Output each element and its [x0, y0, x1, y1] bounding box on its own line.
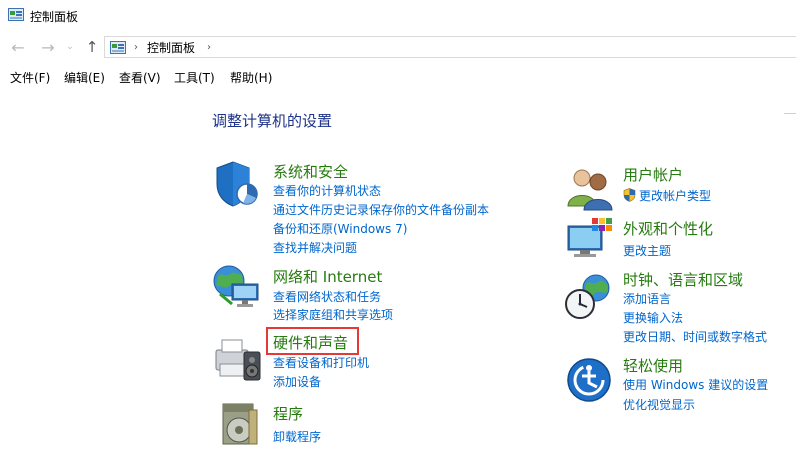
printer-speaker-icon[interactable] — [212, 334, 264, 384]
users-icon[interactable] — [565, 164, 615, 212]
link-change-date-time-format[interactable]: 更改日期、时间或数字格式 — [623, 328, 767, 345]
address-bar[interactable]: › 控制面板 › — [104, 36, 796, 58]
shield-icon[interactable] — [213, 160, 259, 208]
link-change-account-type-label: 更改帐户类型 — [639, 189, 712, 203]
category-user-accounts[interactable]: 用户帐户 — [623, 164, 683, 185]
control-panel-icon — [110, 40, 126, 54]
link-uninstall-program[interactable]: 卸载程序 — [273, 428, 321, 445]
program-disc-icon[interactable] — [217, 400, 263, 448]
category-clock-language-region[interactable]: 时钟、语言和区域 — [623, 269, 743, 290]
link-change-input-method[interactable]: 更换输入法 — [623, 309, 683, 326]
network-globe-icon[interactable] — [212, 264, 262, 310]
link-troubleshoot[interactable]: 查找并解决问题 — [273, 239, 357, 256]
category-network-internet[interactable]: 网络和 Internet — [273, 266, 382, 287]
link-add-language[interactable]: 添加语言 — [623, 290, 671, 307]
breadcrumb-separator-icon[interactable]: › — [134, 42, 138, 53]
link-file-history[interactable]: 通过文件历史记录保存你的文件备份副本 — [273, 201, 489, 218]
link-optimize-visual-display[interactable]: 优化视觉显示 — [623, 396, 695, 413]
category-appearance-personalization[interactable]: 外观和个性化 — [623, 218, 713, 239]
clock-globe-icon[interactable] — [564, 272, 614, 322]
control-panel-icon — [8, 8, 24, 21]
link-backup-restore[interactable]: 备份和还原(Windows 7) — [273, 220, 407, 237]
highlight-box — [266, 327, 359, 355]
menu-bar: 文件(F) 编辑(E) 查看(V) 工具(T) 帮助(H) — [0, 66, 796, 88]
breadcrumb-separator-icon[interactable]: › — [207, 42, 211, 53]
uac-shield-icon — [623, 188, 636, 202]
link-change-account-type[interactable]: 更改帐户类型 — [623, 187, 711, 204]
link-homegroup-sharing[interactable]: 选择家庭组和共享选项 — [273, 306, 393, 323]
up-arrow-icon[interactable]: ↑ — [82, 37, 102, 57]
title-bar: 控制面板 — [0, 0, 796, 32]
page-title: 调整计算机的设置 — [212, 112, 333, 130]
menu-file[interactable]: 文件(F) — [10, 69, 50, 86]
menu-view[interactable]: 查看(V) — [119, 69, 161, 86]
menu-tools[interactable]: 工具(T) — [174, 69, 215, 86]
ease-of-access-icon[interactable] — [566, 357, 612, 403]
category-system-security[interactable]: 系统和安全 — [273, 161, 348, 182]
link-view-computer-status[interactable]: 查看你的计算机状态 — [273, 182, 381, 199]
breadcrumb[interactable]: 控制面板 — [147, 39, 195, 56]
link-devices-printers[interactable]: 查看设备和打印机 — [273, 354, 369, 371]
recent-locations-chevron-icon[interactable]: ⌄ — [60, 37, 80, 57]
link-change-theme[interactable]: 更改主题 — [623, 242, 671, 259]
window-title: 控制面板 — [30, 10, 79, 24]
link-windows-recommended-settings[interactable]: 使用 Windows 建议的设置 — [623, 376, 768, 393]
link-network-status[interactable]: 查看网络状态和任务 — [273, 288, 381, 305]
category-programs[interactable]: 程序 — [273, 403, 303, 424]
back-arrow-icon[interactable]: ← — [8, 37, 28, 57]
monitor-palette-icon[interactable] — [566, 216, 614, 264]
menu-edit[interactable]: 编辑(E) — [64, 69, 105, 86]
navigation-bar: ← → ⌄ ↑ › 控制面板 › — [0, 33, 796, 61]
menu-help[interactable]: 帮助(H) — [230, 69, 272, 86]
link-add-device[interactable]: 添加设备 — [273, 373, 321, 390]
category-ease-of-access[interactable]: 轻松使用 — [623, 355, 683, 376]
divider — [784, 113, 796, 114]
forward-arrow-icon[interactable]: → — [38, 37, 58, 57]
